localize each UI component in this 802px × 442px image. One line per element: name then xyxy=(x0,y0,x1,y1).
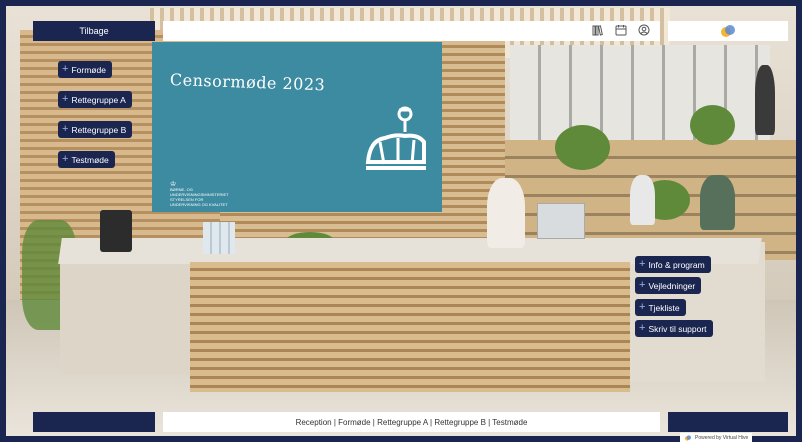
account-icon[interactable] xyxy=(637,24,651,38)
calendar-icon[interactable] xyxy=(614,24,628,38)
plus-icon: + xyxy=(62,63,69,75)
menu-button-label: Tjekliste xyxy=(648,302,680,313)
plus-icon: + xyxy=(62,153,69,165)
water-bottles xyxy=(203,222,235,254)
menu-button-tjekliste[interactable]: + Tjekliste xyxy=(635,299,686,316)
bottom-right-panel xyxy=(668,412,788,432)
ministry-logo: ♔ Børne- og Undervisningsministeriet Sty… xyxy=(170,181,290,207)
plant xyxy=(555,125,610,170)
plus-icon: + xyxy=(62,123,69,135)
powered-by[interactable]: Powered by Virtual Hive xyxy=(680,433,753,442)
person xyxy=(700,175,735,230)
coffee-machine xyxy=(100,210,132,252)
menu-button-formode[interactable]: + Formøde xyxy=(58,61,112,78)
menu-button-label: Rettegruppe A xyxy=(71,94,126,105)
menu-button-label: Skriv til support xyxy=(648,323,707,334)
menu-button-testmode[interactable]: + Testmøde xyxy=(58,151,115,168)
plus-icon: + xyxy=(639,322,646,334)
plus-icon: + xyxy=(62,93,69,105)
menu-button-rettegruppe-a[interactable]: + Rettegruppe A xyxy=(58,91,132,108)
plus-icon: + xyxy=(639,258,646,270)
plus-icon: + xyxy=(639,301,646,313)
menu-button-label: Testmøde xyxy=(71,154,109,165)
menu-button-rettegruppe-b[interactable]: + Rettegruppe B xyxy=(58,121,133,138)
crown-icon xyxy=(365,106,426,170)
screen-title: Censormøde 2023 xyxy=(169,70,326,95)
brand-logo xyxy=(668,21,788,41)
person xyxy=(630,175,655,225)
menu-button-label: Vejledninger xyxy=(648,280,696,291)
plant xyxy=(690,105,735,145)
person xyxy=(755,65,775,135)
virtual-hive-logo-icon xyxy=(721,25,735,37)
menu-button-vejledninger[interactable]: + Vejledninger xyxy=(635,277,702,294)
bottom-left-panel xyxy=(33,412,155,432)
menu-button-info-program[interactable]: + Info & program xyxy=(635,256,711,273)
receptionist xyxy=(487,178,525,248)
ministry-line: Undervisning og Kvalitet xyxy=(170,202,228,207)
powered-by-label: Powered by Virtual Hive xyxy=(695,434,749,441)
wall-screen: Censormøde 2023 ♔ Børne- og Undervisning… xyxy=(152,42,442,212)
menu-button-label: Formøde xyxy=(71,64,106,75)
top-toolbar xyxy=(163,21,660,41)
desk-front xyxy=(190,262,630,392)
back-button[interactable]: Tilbage xyxy=(33,21,155,41)
reception-scene: Censormøde 2023 ♔ Børne- og Undervisning… xyxy=(0,0,802,442)
plus-icon: + xyxy=(639,279,646,291)
breadcrumb[interactable]: Reception | Formøde | Rettegruppe A | Re… xyxy=(163,412,660,432)
virtual-hive-logo-icon xyxy=(685,434,691,441)
desk-side xyxy=(60,255,200,375)
library-icon[interactable] xyxy=(591,24,605,38)
monitor xyxy=(537,203,585,239)
menu-button-label: Rettegruppe B xyxy=(71,124,127,135)
menu-button-label: Info & program xyxy=(648,259,705,270)
menu-button-support[interactable]: + Skriv til support xyxy=(635,320,713,337)
